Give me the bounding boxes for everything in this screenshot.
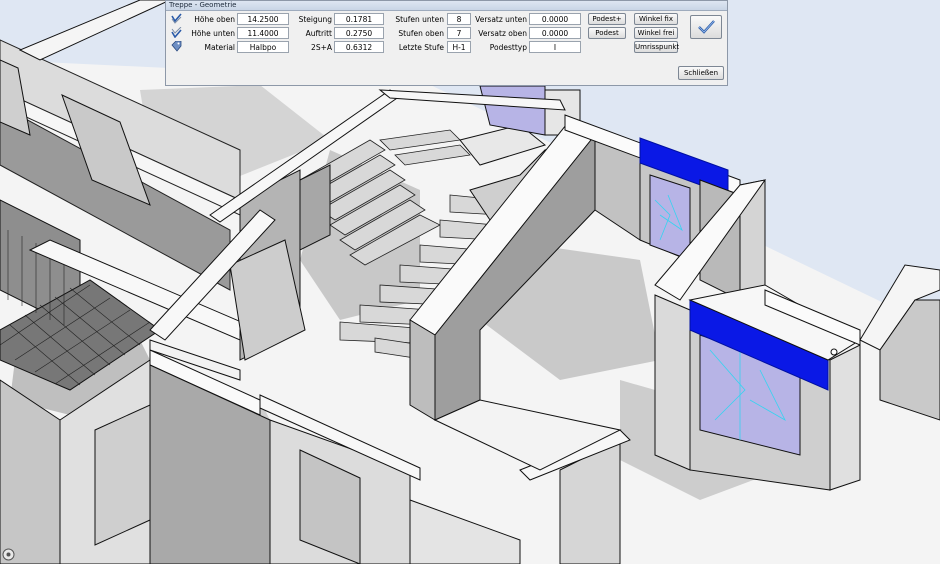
letzte-stufe-label: Letzte Stufe (398, 43, 444, 52)
versatz-unten-field[interactable]: 0.0000 (529, 13, 581, 25)
schrittmass-label: 2S+A (311, 43, 332, 52)
umrisspunkt-button[interactable]: Umrisspunkt (634, 41, 679, 53)
checkmark-icon (698, 20, 715, 34)
versatz-oben-label: Versatz oben (478, 29, 527, 38)
hoehe-oben-field[interactable]: 14.2500 (237, 13, 289, 25)
schrittmass-field[interactable]: 0.6312 (334, 41, 384, 53)
hoehe-unten-field[interactable]: 11.4000 (237, 27, 289, 39)
podesttyp-field[interactable]: I (529, 41, 581, 53)
stair-geometry-dialog: Treppe - Geometrie Höhe oben 14.2500 Höh… (165, 0, 728, 86)
versatz-oben-field[interactable]: 0.0000 (529, 27, 581, 39)
stufen-unten-label: Stufen unten (395, 15, 444, 24)
podesttyp-label: Podesttyp (489, 43, 527, 52)
versatz-unten-label: Versatz unten (475, 15, 527, 24)
podest-plus-button[interactable]: Podest+ (588, 13, 626, 25)
winkel-frei-button[interactable]: Winkel frei (634, 27, 678, 39)
steigung-field[interactable]: 0.1781 (334, 13, 384, 25)
stufen-unten-field[interactable]: 8 (447, 13, 471, 25)
close-button[interactable]: Schließen (678, 66, 724, 80)
auftritt-field[interactable]: 0.2750 (334, 27, 384, 39)
podest-button[interactable]: Podest (588, 27, 626, 39)
material-field[interactable]: Halbpo (237, 41, 289, 53)
hoehe-unten-label: Höhe unten (191, 29, 235, 38)
auftritt-label: Auftritt (305, 29, 332, 38)
steigung-label: Steigung (298, 15, 332, 24)
view-navigation-icon[interactable] (2, 548, 15, 561)
dialog-title: Treppe - Geometrie (166, 1, 727, 11)
letzte-stufe-field[interactable]: H-1 (447, 41, 471, 53)
hoehe-oben-label: Höhe oben (194, 15, 235, 24)
material-label: Material (204, 43, 235, 52)
winkel-fix-button[interactable]: Winkel fix (634, 13, 678, 25)
confirm-button[interactable] (690, 15, 722, 39)
stufen-oben-field[interactable]: 7 (447, 27, 471, 39)
stufen-oben-label: Stufen oben (398, 29, 444, 38)
